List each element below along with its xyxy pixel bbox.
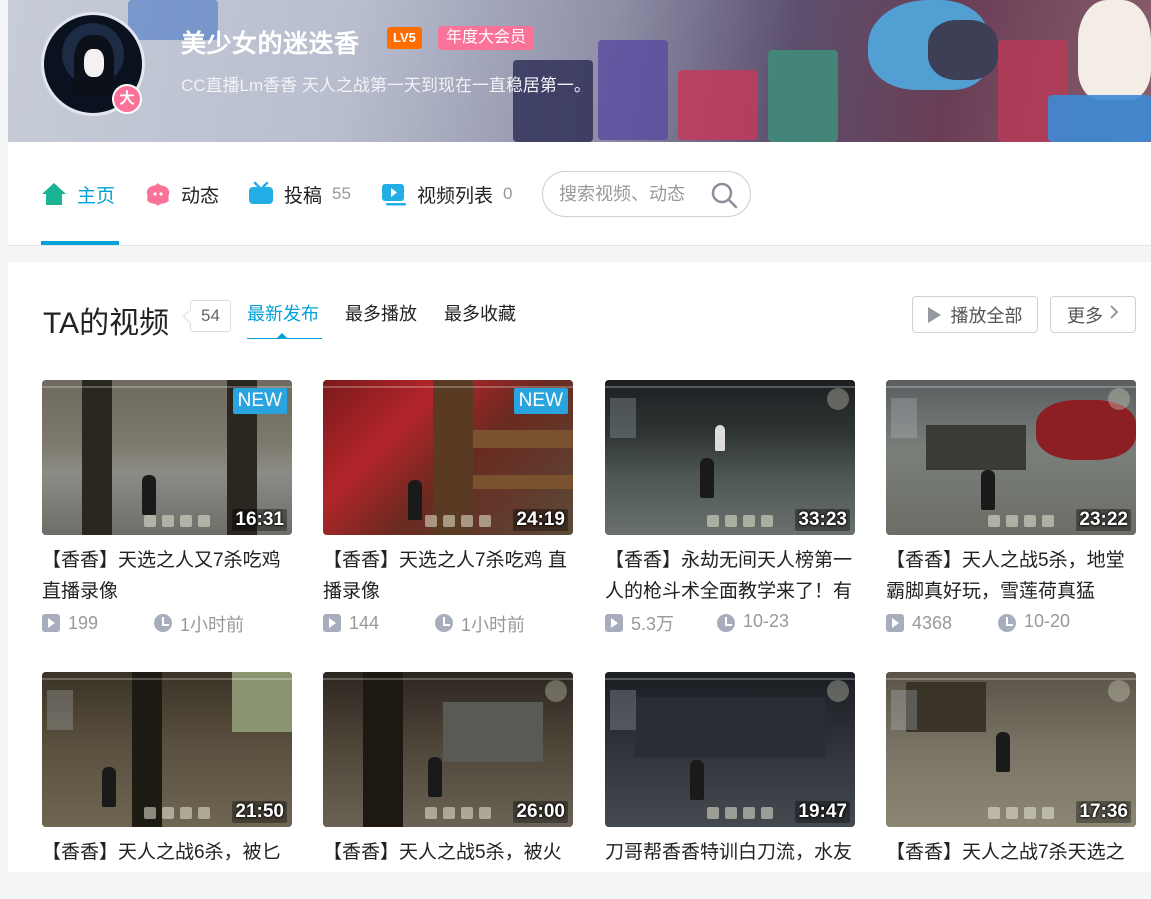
tab-label: 投稿 <box>284 185 323 207</box>
video-title[interactable]: 【香香】天人之战7杀天选之 <box>886 837 1138 899</box>
video-count-badge: 54 <box>190 300 231 332</box>
play-count-icon <box>886 614 904 632</box>
tab-count: 55 <box>332 184 351 203</box>
video-card[interactable]: NEW 24:19 【香香】天选之人7杀吃鸡 直播录像 144 1小时前 <box>323 380 573 635</box>
profile-nav: 主页 动态 投稿 55 视频列表 0 <box>8 142 1151 246</box>
publish-date: 10-23 <box>743 611 790 631</box>
view-count: 5.3万 <box>631 614 675 634</box>
tab-label: 主页 <box>77 185 116 207</box>
play-count-icon <box>42 614 60 632</box>
tab-dynamic[interactable]: 动态 <box>145 179 219 209</box>
upload-icon <box>248 181 274 207</box>
vip-avatar-badge: 大 <box>112 84 142 114</box>
video-thumbnail[interactable]: 19:47 <box>605 672 855 827</box>
video-meta: 4368 10-20 <box>886 611 1136 635</box>
play-count-icon <box>323 614 341 632</box>
video-meta: 144 1小时前 <box>323 611 573 635</box>
video-card[interactable]: 26:00 【香香】天人之战5杀，被火 <box>323 672 573 899</box>
username: 美少女的迷迭香 <box>181 30 360 58</box>
duration: 16:31 <box>232 509 287 531</box>
video-thumbnail[interactable]: NEW 24:19 <box>323 380 573 535</box>
view-count: 199 <box>68 612 99 633</box>
duration: 21:50 <box>232 801 287 823</box>
video-title[interactable]: 【香香】天选之人7杀吃鸡 直播录像 <box>323 545 575 607</box>
video-card[interactable]: 33:23 【香香】永劫无间天人榜第一人的枪斗术全面教学来了！有 5.3万 10… <box>605 380 855 635</box>
vip-tag[interactable]: 年度大会员 <box>438 26 535 50</box>
play-count-icon <box>605 614 623 632</box>
new-badge: NEW <box>232 388 287 414</box>
video-card[interactable]: 21:50 【香香】天人之战6杀，被匕 <box>42 672 292 899</box>
tab-label: 动态 <box>181 185 220 207</box>
video-meta: 199 1小时前 <box>42 611 292 635</box>
search-icon[interactable] <box>710 181 738 209</box>
profile-banner: 大 美少女的迷迭香 LV5 年度大会员 CC直播Lm香香 天人之战第一天到现在一… <box>8 0 1151 142</box>
publish-date: 1小时前 <box>180 615 245 635</box>
video-title[interactable]: 【香香】永劫无间天人榜第一人的枪斗术全面教学来了！有 <box>605 545 857 607</box>
clock-icon <box>435 614 453 632</box>
duration: 33:23 <box>795 509 850 531</box>
video-thumbnail[interactable]: 23:22 <box>886 380 1136 535</box>
duration: 24:19 <box>513 509 568 531</box>
video-card[interactable]: 23:22 【香香】天人之战5杀，地堂霸脚真好玩，雪莲荷真猛 4368 10-2… <box>886 380 1136 635</box>
video-title[interactable]: 【香香】天人之战5杀，被火 <box>323 837 575 899</box>
tab-label: 视频列表 <box>417 185 494 207</box>
clock-icon <box>717 614 735 632</box>
video-thumbnail[interactable]: 17:36 <box>886 672 1136 827</box>
active-tab-indicator <box>41 241 119 245</box>
publish-date: 1小时前 <box>461 615 526 635</box>
sort-latest[interactable]: 最新发布 <box>247 300 319 326</box>
duration: 26:00 <box>513 801 568 823</box>
video-thumbnail[interactable]: 26:00 <box>323 672 573 827</box>
tab-home[interactable]: 主页 <box>41 179 115 209</box>
home-icon <box>41 181 67 207</box>
more-button[interactable]: 更多 <box>1050 296 1136 333</box>
video-title[interactable]: 【香香】天选之人又7杀吃鸡 直播录像 <box>42 545 294 607</box>
play-icon <box>927 306 941 323</box>
search-box <box>542 171 751 217</box>
tab-uploads[interactable]: 投稿 55 <box>248 179 351 209</box>
clock-icon <box>154 614 172 632</box>
publish-date: 10-20 <box>1024 611 1071 631</box>
video-thumbnail[interactable]: 21:50 <box>42 672 292 827</box>
videos-section: TA的视频 54 最新发布 最多播放 最多收藏 播放全部 更多 NEW 16:3… <box>8 262 1151 872</box>
tab-playlists[interactable]: 视频列表 0 <box>381 179 512 209</box>
new-badge: NEW <box>513 388 568 414</box>
more-label: 更多 <box>1067 305 1103 326</box>
video-card[interactable]: 19:47 刀哥帮香香特训白刀流，水友 <box>605 672 855 899</box>
clock-icon <box>998 614 1016 632</box>
sort-most-played[interactable]: 最多播放 <box>345 300 417 326</box>
duration: 19:47 <box>795 801 850 823</box>
video-title[interactable]: 刀哥帮香香特训白刀流，水友 <box>605 837 857 899</box>
section-title: TA的视频 <box>43 307 170 340</box>
chevron-right-icon <box>1109 304 1119 325</box>
duration: 17:36 <box>1076 801 1131 823</box>
sort-underline <box>247 338 322 339</box>
video-title[interactable]: 【香香】天人之战6杀，被匕 <box>42 837 294 899</box>
video-thumbnail[interactable]: NEW 16:31 <box>42 380 292 535</box>
playlist-icon <box>381 181 407 207</box>
video-card[interactable]: 17:36 【香香】天人之战7杀天选之 <box>886 672 1136 899</box>
dynamic-icon <box>145 181 171 207</box>
view-count: 4368 <box>912 612 953 633</box>
video-meta: 5.3万 10-23 <box>605 611 855 635</box>
duration: 23:22 <box>1076 509 1131 531</box>
signature: CC直播Lm香香 天人之战第一天到现在一直稳居第一。 <box>181 76 591 95</box>
view-count: 144 <box>349 612 380 633</box>
video-thumbnail[interactable]: 33:23 <box>605 380 855 535</box>
video-card[interactable]: NEW 16:31 【香香】天选之人又7杀吃鸡 直播录像 199 1小时前 <box>42 380 292 635</box>
sort-caret <box>277 333 287 338</box>
tab-count: 0 <box>503 184 513 203</box>
search-input[interactable] <box>559 183 709 205</box>
sort-most-favorited[interactable]: 最多收藏 <box>444 300 516 326</box>
play-all-label: 播放全部 <box>950 305 1023 326</box>
play-all-button[interactable]: 播放全部 <box>912 296 1038 333</box>
video-title[interactable]: 【香香】天人之战5杀，地堂霸脚真好玩，雪莲荷真猛 <box>886 545 1138 607</box>
level-badge: LV5 <box>387 27 422 49</box>
